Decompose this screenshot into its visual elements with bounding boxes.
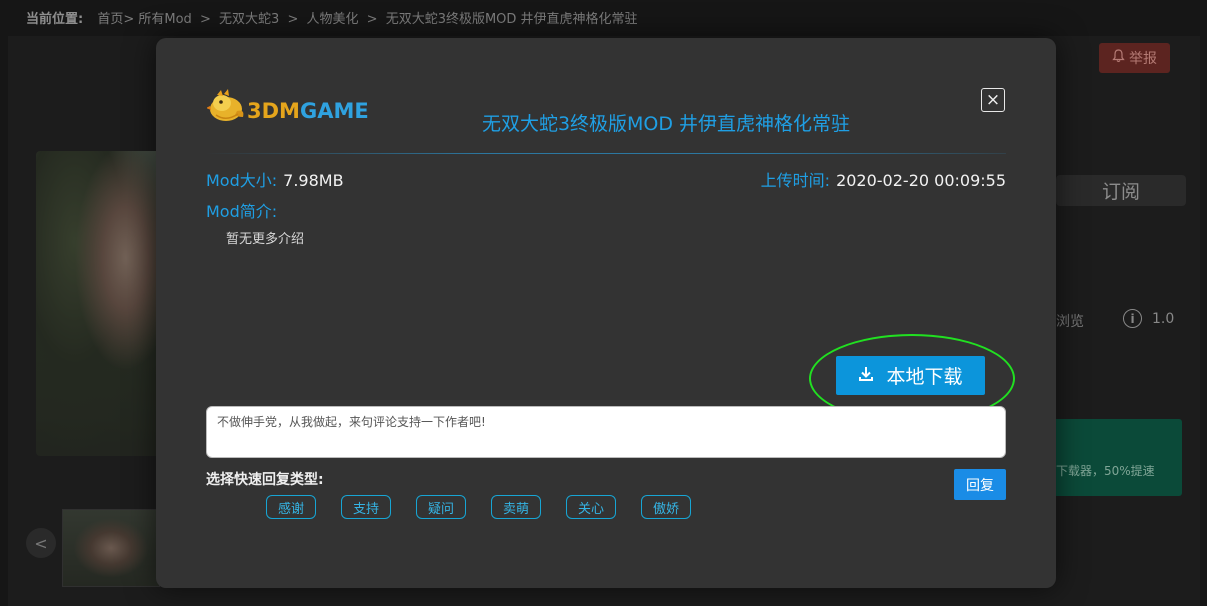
breadcrumb-label: 当前位置:	[26, 12, 84, 27]
breadcrumb-separator: >	[366, 12, 378, 27]
breadcrumb: 当前位置: 首页> 所有Mod > 无双大蛇3 > 人物美化 > 无双大蛇3终极…	[26, 8, 638, 27]
reply-button[interactable]: 回复	[954, 469, 1006, 500]
breadcrumb-item-game[interactable]: 无双大蛇3	[219, 12, 279, 27]
quick-tag-question[interactable]: 疑问	[416, 495, 466, 519]
local-download-button[interactable]: 本地下载	[836, 356, 985, 395]
site-logo[interactable]: 3DMGAME	[206, 89, 369, 123]
report-label: 举报	[1129, 51, 1157, 67]
logo-bird-icon	[206, 89, 245, 123]
prev-image-button[interactable]: <	[26, 528, 56, 558]
downloader-promo[interactable]	[1056, 419, 1182, 496]
quick-reply-tags: 感谢 支持 疑问 卖萌 关心 傲娇	[266, 495, 691, 519]
close-button[interactable]: ×	[981, 88, 1005, 112]
quick-tag-care[interactable]: 关心	[566, 495, 616, 519]
info-icon: i	[1123, 309, 1142, 328]
bell-icon	[1112, 49, 1125, 67]
download-modal: 3DMGAME 无双大蛇3终极版MOD 井伊直虎神格化常驻 × Mod大小: 7.…	[156, 38, 1056, 588]
mod-thumbnail[interactable]	[62, 509, 160, 587]
title-divider	[206, 153, 1006, 154]
quick-tag-support[interactable]: 支持	[341, 495, 391, 519]
breadcrumb-item-home[interactable]: 首页>	[97, 12, 134, 27]
mod-size: Mod大小: 7.98MB	[206, 167, 344, 191]
modal-title: 无双大蛇3终极版MOD 井伊直虎神格化常驻	[481, 113, 851, 135]
close-icon: ×	[985, 89, 1001, 110]
quick-tag-cute[interactable]: 卖萌	[491, 495, 541, 519]
breadcrumb-separator: >	[199, 12, 211, 27]
mod-preview-image[interactable]	[36, 151, 164, 456]
mod-size-label: Mod大小:	[206, 171, 278, 190]
upload-time-value: 2020-02-20 00:09:55	[836, 171, 1006, 190]
breadcrumb-item-all-mods[interactable]: 所有Mod	[138, 12, 191, 27]
breadcrumb-item-category[interactable]: 人物美化	[306, 12, 358, 27]
quick-tag-thanks[interactable]: 感谢	[266, 495, 316, 519]
breadcrumb-item-current: 无双大蛇3终极版MOD 井伊直虎神格化常驻	[385, 12, 638, 27]
download-label: 本地下载	[886, 366, 963, 388]
mod-size-value: 7.98MB	[283, 171, 344, 190]
views-label: 浏览	[1056, 314, 1084, 330]
version-value: 1.0	[1152, 311, 1175, 327]
mod-description-text: 暂无更多介绍	[226, 232, 305, 247]
upload-time: 上传时间: 2020-02-20 00:09:55	[761, 167, 1006, 191]
logo-text: 3DMGAME	[247, 98, 369, 123]
breadcrumb-separator: >	[287, 12, 299, 27]
report-button[interactable]: 举报	[1099, 43, 1170, 73]
subscribe-button[interactable]: 订阅	[1056, 175, 1186, 206]
mod-description-label: Mod简介:	[206, 202, 278, 221]
promo-text: 下载器，50%提速	[1056, 464, 1155, 478]
comment-input[interactable]	[206, 406, 1006, 458]
quick-tag-proud[interactable]: 傲娇	[641, 495, 691, 519]
download-icon	[858, 365, 874, 387]
quick-reply-label: 选择快速回复类型:	[206, 472, 324, 488]
upload-time-label: 上传时间:	[760, 171, 831, 190]
